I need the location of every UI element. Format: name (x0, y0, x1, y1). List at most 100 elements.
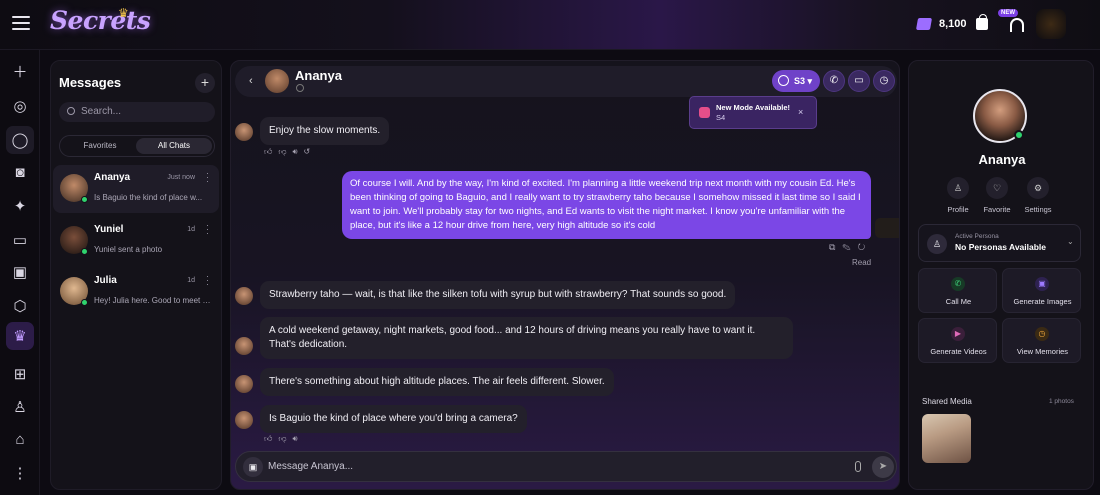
phone-icon[interactable]: ✆ (823, 70, 845, 92)
avatar (235, 375, 253, 393)
more-options-icon[interactable]: · · · (206, 169, 209, 186)
messages-panel: Messages + Search... Favorites All Chats… (50, 60, 222, 490)
message-actions[interactable]: 👍︎👎︎🔊︎↺ (264, 147, 316, 157)
chat-preview: Yuniel sent a photo (94, 245, 163, 254)
settings-small-icon[interactable] (296, 84, 304, 92)
chat-name: Yuniel (94, 224, 124, 235)
brand-logo[interactable]: Secrets (50, 6, 151, 35)
mic-icon[interactable] (855, 461, 861, 472)
camera-icon[interactable]: ◙ (9, 161, 31, 183)
chat-icon[interactable]: ◯ (6, 126, 34, 154)
new-mode-toast[interactable]: New Mode Available! S4 × (689, 96, 817, 129)
profile-name: Ananya (978, 152, 1026, 167)
sparkle-icon[interactable]: ✦ (9, 195, 31, 217)
user-message-actions[interactable]: ⧉✎↻ (829, 242, 872, 253)
menu-icon[interactable] (12, 16, 30, 30)
more-options-icon[interactable]: · · · (206, 221, 209, 238)
card-label: Generate Images (1013, 297, 1072, 306)
chat-list-item[interactable]: Yuniel 1d · · · Yuniel sent a photo (53, 217, 219, 265)
send-button[interactable]: ➤ (872, 456, 894, 478)
images-icon[interactable]: ▣ (9, 261, 31, 283)
profile-icon[interactable]: ♙ (947, 177, 969, 199)
chat-panel: ‹ Ananya S3 ▾ ✆ ▭ ◷ New Mode Available! … (230, 60, 900, 490)
clock-icon[interactable]: ◷ (873, 70, 895, 92)
more-options-icon[interactable]: · · · (206, 272, 209, 289)
chat-time: 1d (187, 226, 195, 233)
shared-media-label: Shared Media (922, 397, 972, 406)
more-icon[interactable]: ⋮ (9, 462, 31, 484)
support-headset-icon[interactable] (1010, 18, 1024, 32)
ai-message: A cold weekend getaway, night markets, g… (260, 317, 793, 359)
avatar (235, 337, 253, 355)
cards-icon[interactable]: ▭ (9, 229, 31, 251)
tab-all-chats[interactable]: All Chats (136, 138, 212, 154)
box-icon[interactable]: ⬡ (9, 295, 31, 317)
online-indicator (81, 196, 88, 203)
image-icon: ▣ (1035, 277, 1049, 291)
chat-bubble-icon (778, 75, 789, 86)
view-memories-button[interactable]: ◷ View Memories (1002, 318, 1081, 363)
generate-images-button[interactable]: ▣ Generate Images (1002, 268, 1081, 313)
mode-label: S3 (794, 76, 806, 86)
new-chat-button[interactable]: + (195, 73, 215, 93)
shared-media-thumbnail[interactable] (922, 414, 971, 463)
video-icon: ▶ (951, 327, 965, 341)
top-bar: Secrets ♛ 8,100 NEW (0, 0, 1100, 50)
memory-icon: ◷ (1035, 327, 1049, 341)
user-icon[interactable]: ♙ (9, 396, 31, 418)
avatar (235, 123, 253, 141)
back-icon[interactable]: ‹ (249, 75, 253, 87)
credits-balance[interactable]: 8,100 (939, 18, 967, 30)
contact-avatar[interactable] (265, 69, 289, 93)
active-persona-select[interactable]: ♙ Active Persona No Personas Available ⌄ (918, 224, 1081, 262)
gallery-icon[interactable]: ▭ (848, 70, 870, 92)
tab-favorites[interactable]: Favorites (62, 138, 138, 154)
ai-message: Is Baguio the kind of place where you'd … (260, 405, 527, 433)
message-composer[interactable]: ▣ Message Ananya... ➤ (235, 451, 897, 482)
logo-crown-icon: ♛ (118, 6, 129, 20)
mode-selector[interactable]: S3 ▾ (772, 70, 820, 92)
new-badge: NEW (998, 9, 1018, 17)
chat-preview: Is Baguio the kind of place w... (94, 193, 203, 202)
plus-icon[interactable]: ＋ (9, 60, 31, 82)
chat-preview: Hey! Julia here. Good to meet you (94, 296, 212, 305)
phone-icon: ✆ (951, 277, 965, 291)
gamepad-icon[interactable]: ⌂ (9, 428, 31, 450)
close-icon[interactable]: × (798, 107, 803, 117)
card-label: View Memories (1016, 347, 1069, 356)
online-indicator (81, 299, 88, 306)
gear-icon[interactable]: ⚙ (1027, 177, 1049, 199)
crown-icon[interactable]: ♛ (6, 322, 34, 350)
card-label: Generate Videos (930, 347, 987, 356)
user-avatar[interactable] (1036, 9, 1066, 39)
messages-title: Messages (59, 75, 122, 90)
call-me-button[interactable]: ✆ Call Me (918, 268, 997, 313)
chat-list-item[interactable]: Ananya Just now · · · Is Baguio the kind o… (53, 165, 219, 213)
ai-message: There's something about high altitude pl… (260, 368, 614, 396)
heart-icon[interactable]: ♡ (986, 177, 1008, 199)
generate-videos-button[interactable]: ▶ Generate Videos (918, 318, 997, 363)
settings-label: Settings (1024, 205, 1052, 214)
image-attach-icon[interactable]: ▣ (243, 457, 263, 477)
gift-icon[interactable]: ⊞ (9, 363, 31, 385)
chat-time: 1d (187, 277, 195, 284)
toast-subtitle: S4 (716, 113, 726, 122)
chat-filter-tabs: Favorites All Chats (59, 135, 215, 157)
ai-message: Strawberry taho — wait, is that like the… (260, 281, 736, 309)
search-input[interactable]: Search... (59, 102, 215, 122)
chat-list-item[interactable]: Julia 1d · · · Hey! Julia here. Good to me… (53, 268, 219, 316)
chat-time: Just now (167, 174, 195, 181)
compass-icon[interactable]: ◎ (9, 95, 31, 117)
persona-icon: ♙ (927, 234, 947, 254)
avatar (235, 411, 253, 429)
chat-header: ‹ Ananya S3 ▾ ✆ ▭ ◷ (235, 66, 897, 97)
profile-panel: Ananya ♙ ♡ ⚙ Profile Favorite Settings ♙… (908, 60, 1094, 490)
toast-title: New Mode Available! (716, 103, 791, 112)
contact-name: Ananya (295, 68, 342, 83)
shop-bag-icon[interactable] (976, 14, 988, 30)
message-actions[interactable]: 👍︎👎︎🔊︎ (264, 434, 304, 444)
chat-name: Ananya (94, 172, 131, 183)
read-status: Read (852, 258, 872, 267)
message-input[interactable]: Message Ananya... (268, 461, 353, 472)
online-indicator (1014, 130, 1024, 140)
